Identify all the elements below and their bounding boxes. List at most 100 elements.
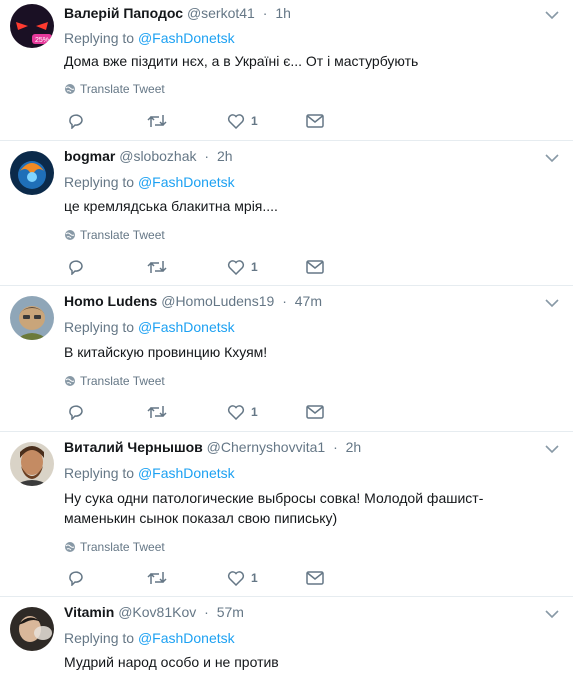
replying-to-link[interactable]: @FashDonetsk: [138, 30, 235, 46]
tweet-time[interactable]: 57m: [217, 604, 244, 620]
like-count: 1: [251, 114, 258, 128]
replying-to-link[interactable]: @FashDonetsk: [138, 174, 235, 190]
tweet-text: Дома вже піздити нєх, а в Україні є... О…: [64, 53, 419, 69]
heart-icon: [227, 571, 245, 586]
tweet-text: Мудрий народ особо и не против: [64, 654, 279, 670]
like-count: 1: [251, 405, 258, 419]
tweet-text: це кремлядська блакитна мрія....: [64, 198, 278, 214]
retweet-button[interactable]: [147, 258, 167, 276]
chevron-down-icon[interactable]: [545, 298, 559, 308]
avatar-image: [10, 296, 54, 340]
avatar-image: [10, 151, 54, 195]
user-handle[interactable]: @slobozhak: [119, 148, 196, 164]
reply-button[interactable]: [67, 403, 85, 421]
direct-message-button[interactable]: [306, 569, 324, 587]
globe-icon: [65, 84, 75, 94]
user-handle[interactable]: @Chernyshovvita1: [207, 439, 326, 455]
like-count: 1: [251, 571, 258, 585]
separator-dot: ·: [333, 439, 338, 455]
replying-to-link[interactable]: @FashDonetsk: [138, 465, 235, 481]
translate-label: Translate Tweet: [80, 82, 165, 96]
avatar[interactable]: [10, 151, 54, 195]
user-handle[interactable]: @serkot41: [187, 5, 255, 21]
tweet-time[interactable]: 2h: [217, 148, 233, 164]
display-name[interactable]: bogmar: [64, 148, 115, 164]
reply-icon: [69, 260, 83, 275]
avatar-badge: 25%: [35, 37, 49, 44]
tweet-time[interactable]: 2h: [346, 439, 362, 455]
retweet-button[interactable]: [147, 403, 167, 421]
envelope-icon: [306, 405, 324, 419]
like-count: 1: [251, 260, 258, 274]
retweet-icon: [147, 115, 167, 127]
replying-to-link[interactable]: @FashDonetsk: [138, 319, 235, 335]
display-name[interactable]: Валерій Паподос: [64, 5, 183, 21]
translate-label: Translate Tweet: [80, 374, 165, 388]
tweet[interactable]: bogmar @slobozhak · 2h Replying to @Fash…: [0, 141, 573, 286]
like-button[interactable]: 1: [227, 112, 258, 130]
chevron-down-icon[interactable]: [545, 609, 559, 619]
avatar-image: 25%: [10, 4, 54, 48]
heart-icon: [227, 405, 245, 420]
translate-tweet-button[interactable]: Translate Tweet: [64, 82, 165, 96]
tweet-text-line: Ну сука одни патологические выбросы совк…: [64, 490, 484, 506]
display-name[interactable]: Vitamin: [64, 604, 114, 620]
reply-button[interactable]: [67, 112, 85, 130]
tweet-actions: 1: [64, 403, 364, 421]
avatar-image: [10, 442, 54, 486]
user-handle[interactable]: @Kov81Kov: [118, 604, 196, 620]
globe-icon: [65, 542, 75, 552]
tweet-text: Ну сука одни патологические выбросы совк…: [64, 488, 559, 528]
like-button[interactable]: 1: [227, 569, 258, 587]
tweet[interactable]: Homo Ludens @HomoLudens19 · 47m Replying…: [0, 286, 573, 432]
separator-dot: ·: [204, 604, 209, 620]
tweet[interactable]: 25% Валерій Паподос @serkot41 · 1h Reply…: [0, 0, 573, 141]
chevron-down-icon[interactable]: [545, 10, 559, 20]
display-name[interactable]: Виталий Чернышов: [64, 439, 203, 455]
direct-message-button[interactable]: [306, 258, 324, 276]
direct-message-button[interactable]: [306, 112, 324, 130]
tweet[interactable]: Vitamin @Kov81Kov · 57m Replying to @Fas…: [0, 597, 573, 677]
replying-prefix: Replying to: [64, 319, 135, 335]
reply-button[interactable]: [67, 569, 85, 587]
replying-to: Replying to @FashDonetsk: [64, 319, 235, 335]
chevron-down-icon[interactable]: [545, 153, 559, 163]
replying-prefix: Replying to: [64, 30, 135, 46]
reply-icon: [69, 114, 83, 129]
translate-tweet-button[interactable]: Translate Tweet: [64, 540, 165, 554]
translate-tweet-button[interactable]: Translate Tweet: [64, 228, 165, 242]
envelope-icon: [306, 260, 324, 274]
avatar[interactable]: [10, 296, 54, 340]
user-handle[interactable]: @HomoLudens19: [161, 293, 274, 309]
tweet[interactable]: Виталий Чернышов @Chernyshovvita1 · 2h R…: [0, 432, 573, 597]
globe-icon: [65, 230, 75, 240]
avatar[interactable]: 25%: [10, 4, 54, 48]
tweet-actions: 1: [64, 258, 364, 276]
chevron-down-icon[interactable]: [545, 444, 559, 454]
separator-dot: ·: [282, 293, 287, 309]
retweet-icon: [147, 572, 167, 584]
envelope-icon: [306, 571, 324, 585]
replying-to: Replying to @FashDonetsk: [64, 174, 235, 190]
replying-to-link[interactable]: @FashDonetsk: [138, 630, 235, 646]
avatar[interactable]: [10, 442, 54, 486]
heart-icon: [227, 114, 245, 129]
globe-icon: [65, 376, 75, 386]
avatar[interactable]: [10, 607, 54, 651]
tweet-actions: 1: [64, 112, 364, 130]
translate-tweet-button[interactable]: Translate Tweet: [64, 374, 165, 388]
tweet-actions: 1: [64, 569, 364, 587]
like-button[interactable]: 1: [227, 258, 258, 276]
retweet-button[interactable]: [147, 112, 167, 130]
display-name[interactable]: Homo Ludens: [64, 293, 157, 309]
reply-button[interactable]: [67, 258, 85, 276]
tweet-text-line: маменькин сынок показал свою пипиську): [64, 510, 338, 526]
replying-prefix: Replying to: [64, 630, 135, 646]
like-button[interactable]: 1: [227, 403, 258, 421]
replying-prefix: Replying to: [64, 465, 135, 481]
direct-message-button[interactable]: [306, 403, 324, 421]
tweet-time[interactable]: 47m: [295, 293, 322, 309]
replying-to: Replying to @FashDonetsk: [64, 465, 235, 481]
retweet-button[interactable]: [147, 569, 167, 587]
tweet-time[interactable]: 1h: [275, 5, 291, 21]
